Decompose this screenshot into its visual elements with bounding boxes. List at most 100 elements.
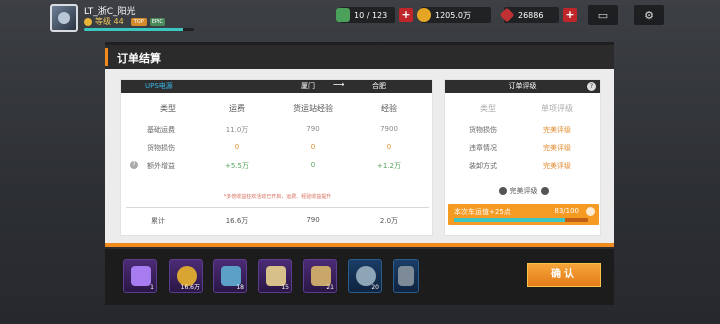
reward-item-gear-box[interactable]: 21 xyxy=(303,259,337,293)
column-header-type: 类型 xyxy=(160,104,176,113)
player-tag-a: TOP xyxy=(130,17,147,26)
fuel-value: 10 / 123 xyxy=(354,10,388,20)
fuel-can-icon xyxy=(336,8,350,22)
medal-icon xyxy=(540,187,549,195)
score-label: 本次车运值+25点 xyxy=(454,208,511,216)
settings-button[interactable]: ⚙ xyxy=(634,5,664,25)
rating-label-loading: 装卸方式 xyxy=(469,162,497,170)
add-gems-button[interactable]: + xyxy=(563,8,577,22)
part-icon xyxy=(398,266,414,286)
row-label-base: 基础运费 xyxy=(147,126,175,134)
overall-rating: 完美评级 xyxy=(445,186,602,196)
panel-title: 订单结算 xyxy=(117,52,161,65)
reward-item-part[interactable] xyxy=(393,259,419,293)
reward-count: 1 xyxy=(150,284,154,291)
cell-total-freight: 16.6万 xyxy=(225,217,249,225)
reward-item-crate[interactable]: 1 xyxy=(123,259,157,293)
player-level: 等级 44 xyxy=(95,17,124,26)
add-fuel-button[interactable]: + xyxy=(399,8,413,22)
reward-count: 21 xyxy=(326,284,334,291)
bonus-help-icon[interactable]: ? xyxy=(130,161,138,169)
total-divider xyxy=(126,207,429,208)
column-header-station-exp: 货运站经验 xyxy=(293,104,333,113)
rating-grade-damage: 完美评级 xyxy=(543,126,571,134)
route-origin: 厦门 xyxy=(301,82,315,90)
confirm-button[interactable]: 确认 xyxy=(527,263,601,287)
shop-button[interactable]: ▭ xyxy=(588,5,618,25)
cell-base-station-exp: 790 xyxy=(306,125,320,133)
rating-grade-loading: 完美评级 xyxy=(543,162,571,170)
reward-item-map-card[interactable]: 18 xyxy=(213,259,247,293)
reward-count: 15 xyxy=(281,284,289,291)
cell-base-freight: 11.0万 xyxy=(225,126,249,134)
cell-bonus-station-exp: 0 xyxy=(310,161,316,169)
reward-tray: 1 16.6万 18 15 21 20 确认 xyxy=(105,249,614,305)
cell-bonus-exp: +1.2万 xyxy=(377,162,401,170)
top-bar: LT_浙C_阳光 等级 44 TOP EPIC 10 / 123 + 1205.… xyxy=(0,0,720,36)
cell-bonus-freight: +5.5万 xyxy=(225,162,249,170)
rating-label-damage: 货物损伤 xyxy=(469,126,497,134)
order-settlement-panel: 订单结算 UPS电源 厦门 ⟶ 合肥 类型 运费 货运站经验 经验 基础运费 1… xyxy=(105,42,614,247)
money-resource: 1205.0万 xyxy=(417,7,491,23)
money-value: 1205.0万 xyxy=(435,10,471,20)
ruby-icon xyxy=(499,7,515,23)
event-note: *多倍收益狂欢活动已开启，运费、经验收益提升 xyxy=(223,194,332,200)
reward-item-tire[interactable]: 20 xyxy=(348,259,382,293)
cell-damage-freight: 0 xyxy=(234,143,240,151)
medal-icon xyxy=(498,187,507,195)
row-label-damage: 货物损伤 xyxy=(147,144,175,152)
score-info-icon[interactable] xyxy=(586,207,595,216)
xp-bar xyxy=(84,28,194,31)
panel-header: 订单结算 xyxy=(105,45,614,69)
reward-item-coins[interactable]: 16.6万 xyxy=(169,259,203,293)
reward-count: 16.6万 xyxy=(180,284,200,291)
column-header-exp: 经验 xyxy=(381,104,397,113)
cell-damage-exp: 0 xyxy=(386,143,392,151)
route-destination: 合肥 xyxy=(372,82,386,90)
coin-icon xyxy=(417,8,431,22)
route-arrow-icon: ⟶ xyxy=(333,80,345,89)
rating-column-type: 类型 xyxy=(480,104,496,113)
panel-bottom-accent xyxy=(105,243,614,247)
gem-value: 26886 xyxy=(518,10,544,20)
level-icon xyxy=(84,17,92,26)
rating-table: 订单评级 ? 类型 单项评级 货物损伤 完美评级 违章情况 完美评级 装卸方式 … xyxy=(444,79,601,236)
player-level-row: 等级 44 TOP EPIC xyxy=(84,16,165,27)
tire-icon xyxy=(356,266,376,286)
xp-fill xyxy=(84,28,183,31)
rating-title: 订单评级 xyxy=(508,82,537,90)
cell-total-exp: 2.0万 xyxy=(379,217,399,225)
rating-grade-violation: 完美评级 xyxy=(543,144,571,152)
score-progress-bar xyxy=(454,218,588,222)
score-box: 本次车运值+25点 83/100 xyxy=(448,204,599,225)
gear-box-icon xyxy=(311,266,331,286)
cell-damage-station-exp: 0 xyxy=(310,143,316,151)
map-card-icon xyxy=(221,266,241,286)
cell-base-exp: 7900 xyxy=(380,125,398,133)
row-label-bonus: 额外增益 xyxy=(147,162,175,170)
settlement-table: UPS电源 厦门 ⟶ 合肥 类型 运费 货运站经验 经验 基础运费 11.0万 … xyxy=(120,79,433,236)
reward-count: 20 xyxy=(371,284,379,291)
cell-total-station-exp: 790 xyxy=(306,216,320,224)
shop-icon: ▭ xyxy=(597,8,609,22)
row-label-total: 累计 xyxy=(151,217,165,225)
cargo-tab[interactable]: UPS电源 xyxy=(145,81,173,91)
overall-rating-text: 完美评级 xyxy=(509,187,538,195)
rating-help-icon[interactable]: ? xyxy=(587,82,596,91)
column-header-freight: 运费 xyxy=(229,104,245,113)
player-tag-b: EPIC xyxy=(149,17,165,26)
rating-label-violation: 违章情况 xyxy=(469,144,497,152)
score-progress-fill xyxy=(454,218,566,222)
fuel-resource: 10 / 123 + xyxy=(336,7,413,23)
score-value: 83/100 xyxy=(554,207,579,215)
player-avatar[interactable] xyxy=(50,4,78,32)
route-bar: UPS电源 厦门 ⟶ 合肥 xyxy=(121,80,432,93)
header-accent xyxy=(105,48,108,66)
reward-count: 18 xyxy=(236,284,244,291)
gear-icon: ⚙ xyxy=(644,8,654,22)
map-scroll-icon xyxy=(266,266,286,286)
rating-column-grade: 单项评级 xyxy=(541,104,573,113)
crate-icon xyxy=(131,266,151,286)
gem-resource: 26886 + xyxy=(499,7,577,23)
reward-item-map-scroll[interactable]: 15 xyxy=(258,259,292,293)
